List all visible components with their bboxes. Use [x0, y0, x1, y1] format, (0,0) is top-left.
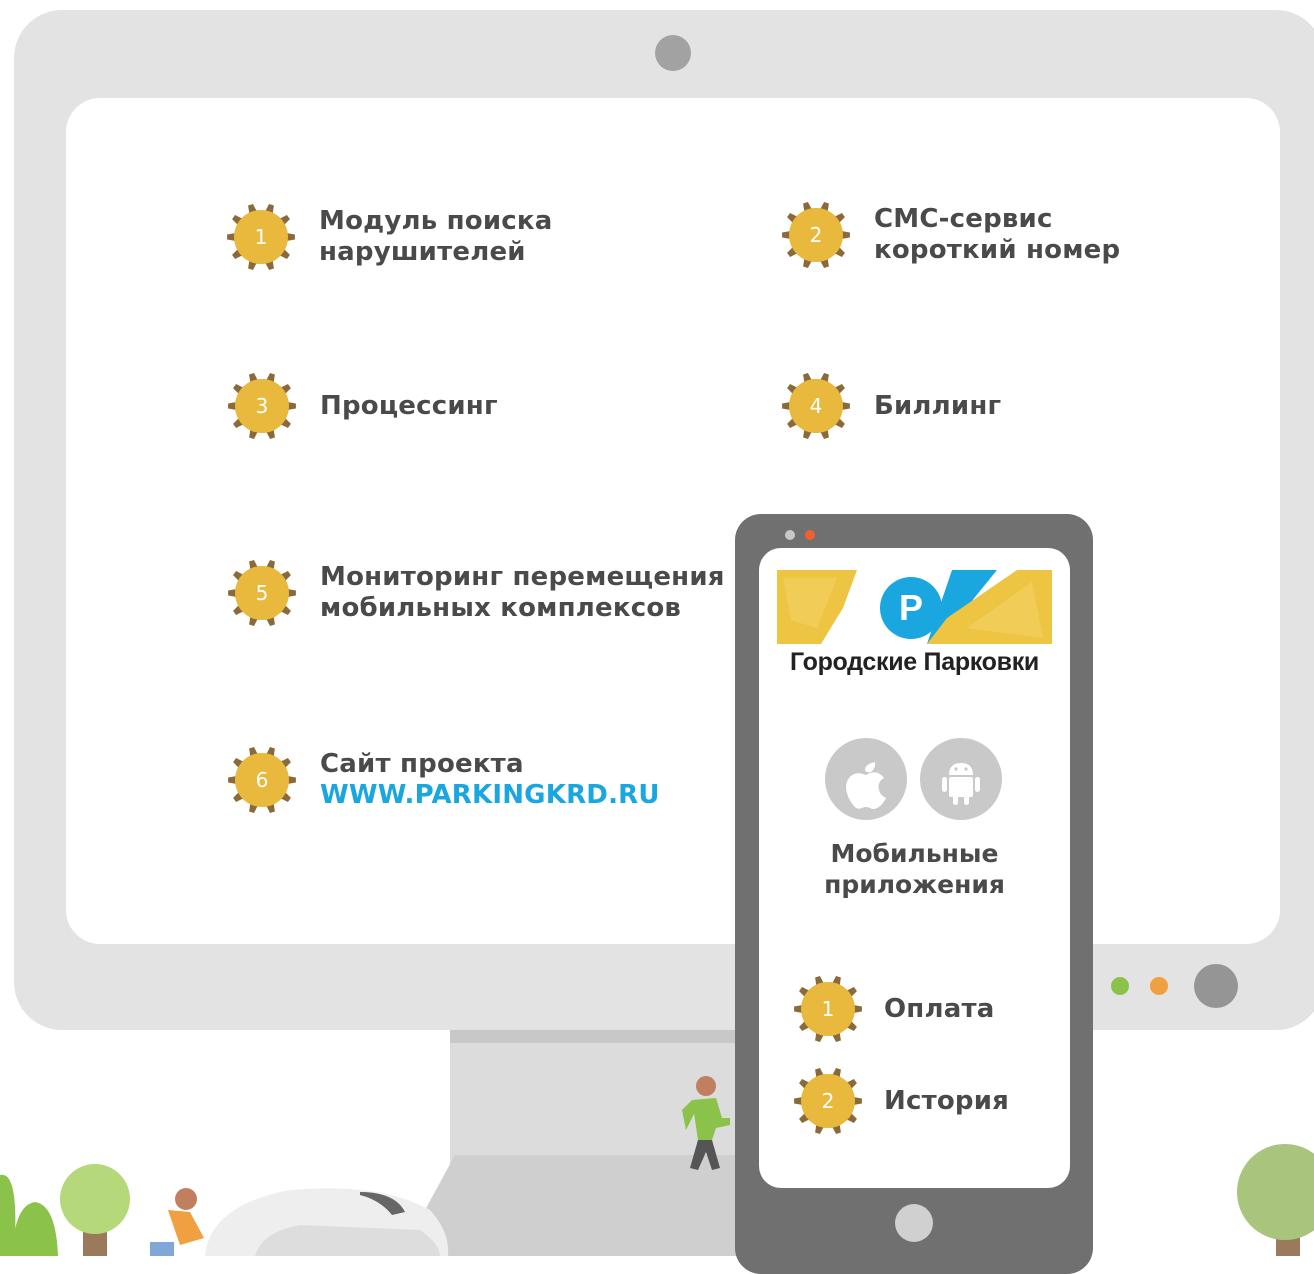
feature-3: 3 Процессинг [226, 370, 498, 442]
feature-number: 4 [809, 394, 823, 418]
parking-logo: P [777, 570, 1052, 644]
tree [12, 1202, 58, 1256]
gear-icon: 2 [792, 1065, 864, 1137]
person-left [150, 1188, 204, 1256]
feature-1: 1 Модуль поиска нарушителей [225, 201, 552, 273]
brand-name: Городские Парковки [789, 648, 1040, 676]
feature-label: Сайт проекта WWW.PARKINGKRD.RU [320, 749, 660, 811]
feature-label: Процессинг [320, 390, 498, 421]
android-icon[interactable] [920, 738, 1002, 820]
feature-label: Биллинг [874, 390, 1002, 421]
gear-icon: 2 [780, 199, 852, 271]
feature-number: 2 [809, 223, 823, 247]
gear-icon: 1 [225, 201, 297, 273]
indicator-green [1111, 977, 1129, 995]
phone-home-button[interactable] [895, 1204, 933, 1242]
phone-screen: P Городские Парковки Мобильные приложени… [759, 548, 1070, 1188]
phone-item-history[interactable]: 2 История [792, 1065, 1009, 1137]
feature-6: 6 Сайт проекта WWW.PARKINGKRD.RU [226, 744, 660, 816]
feature-label: Мониторинг перемещения мобильных комплекс… [320, 562, 725, 623]
item-label: Оплата [884, 993, 995, 1024]
feature-4: 4 Биллинг [780, 370, 1001, 442]
feature-2: 2 СМС-сервис короткий номер [780, 199, 1120, 271]
feature-number: 6 [255, 768, 269, 792]
phone-sensor [785, 530, 795, 540]
webcam-dot [655, 35, 691, 71]
feature-label: СМС-сервис короткий номер [874, 204, 1121, 265]
feature-number: 1 [254, 225, 268, 249]
tree [60, 1164, 130, 1234]
feature-5: 5 Мониторинг перемещения мобильных компле… [226, 557, 725, 629]
logo-letter: P [899, 587, 923, 628]
gear-icon: 4 [780, 370, 852, 442]
feature-label: Модуль поиска нарушителей [319, 206, 553, 267]
gear-icon: 5 [226, 557, 298, 629]
indicator-orange [1150, 977, 1168, 995]
phone-item-payment[interactable]: 1 Оплата [792, 973, 994, 1045]
tree [1237, 1144, 1314, 1240]
website-link[interactable]: WWW.PARKINGKRD.RU [320, 780, 660, 811]
item-number: 1 [821, 997, 835, 1021]
item-label: История [884, 1085, 1010, 1116]
gear-icon: 6 [226, 744, 298, 816]
phone-camera [805, 530, 815, 540]
gear-icon: 1 [792, 973, 864, 1045]
phone: P Городские Парковки Мобильные приложени… [735, 514, 1093, 1274]
power-button [1194, 964, 1238, 1008]
apple-icon[interactable] [825, 738, 907, 820]
feature-number: 5 [255, 581, 269, 605]
gear-icon: 3 [226, 370, 298, 442]
mobile-apps-label: Мобильные приложения [824, 839, 1005, 899]
item-number: 2 [821, 1089, 835, 1113]
feature-number: 3 [255, 394, 269, 418]
